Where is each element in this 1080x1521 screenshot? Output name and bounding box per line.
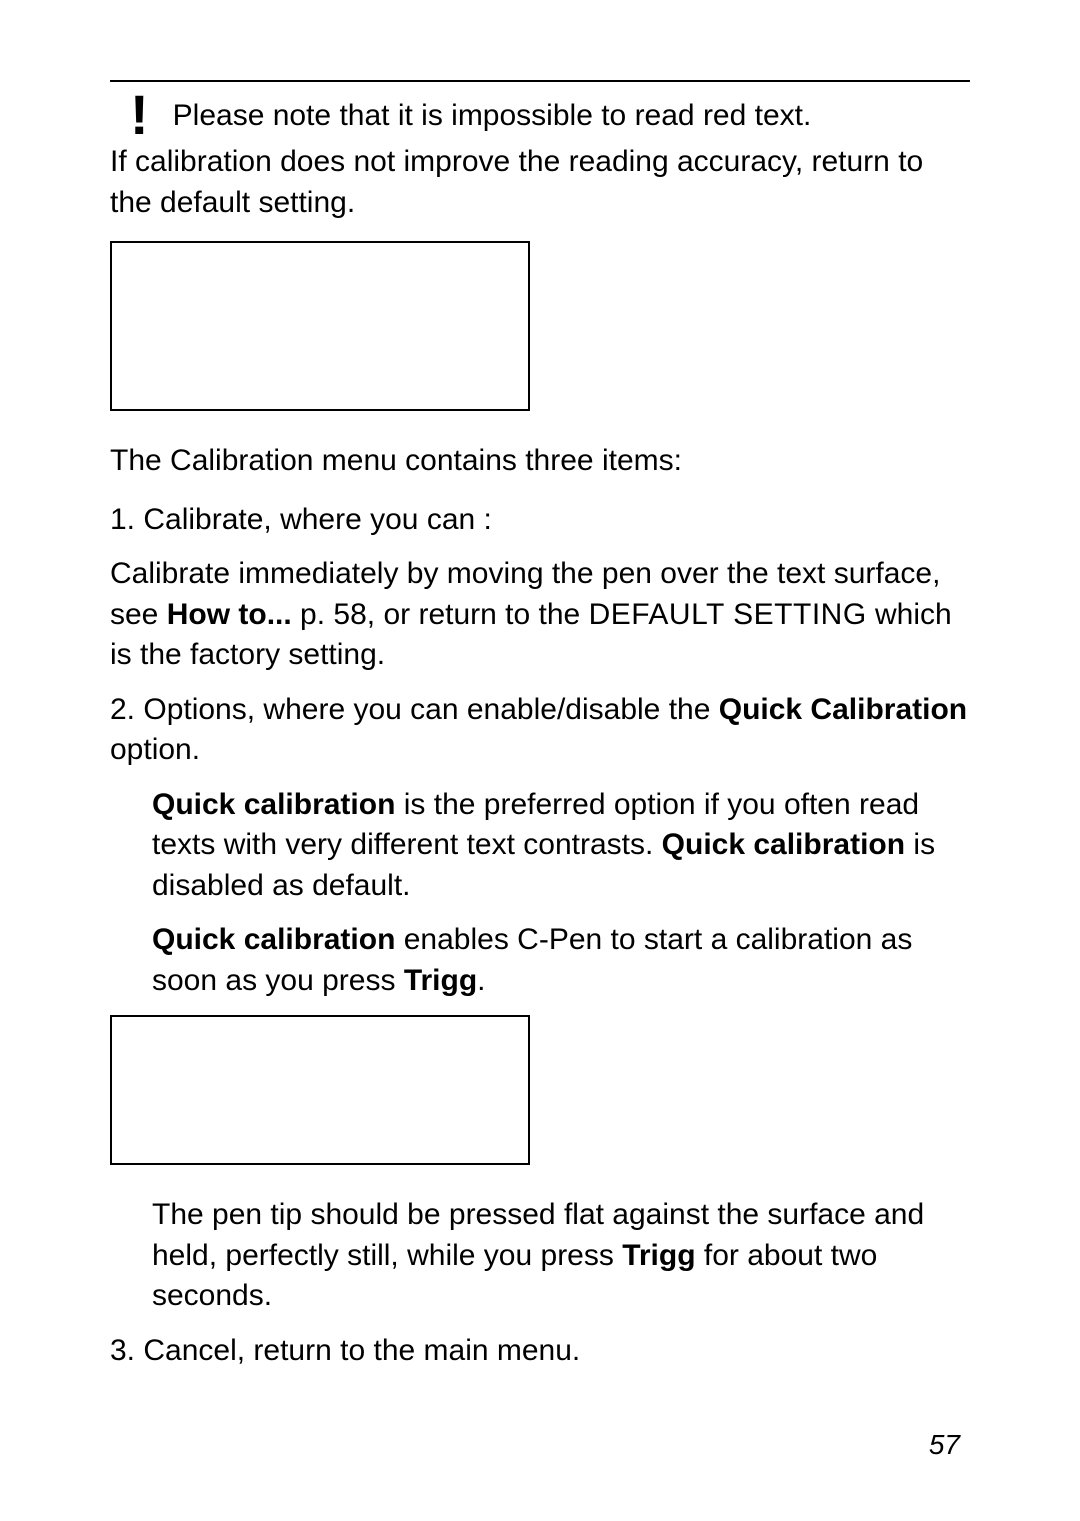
attention-icon: ! bbox=[110, 90, 149, 140]
qc-label-2: Quick calibration bbox=[662, 828, 905, 861]
figure-placeholder-1 bbox=[110, 241, 530, 411]
item2-head-c: option. bbox=[110, 733, 200, 766]
item2-para1: Quick calibration is the preferred optio… bbox=[110, 785, 970, 907]
top-rule bbox=[110, 80, 970, 82]
trigg-label-1: Trigg bbox=[404, 964, 477, 997]
qc-label-3: Quick calibration bbox=[152, 923, 395, 956]
item2-para3: The pen tip should be pressed flat again… bbox=[110, 1195, 970, 1317]
item2-para2: Quick calibration enables C-Pen to start… bbox=[110, 920, 970, 1001]
quick-calibration-label: Quick Calibration bbox=[719, 693, 967, 726]
trigg-label-2: Trigg bbox=[622, 1239, 695, 1272]
item3-a: 3. Cancel bbox=[110, 1334, 237, 1367]
item1-howto: How to... bbox=[167, 598, 300, 631]
intro-paragraph: If calibration does not improve the read… bbox=[110, 142, 970, 223]
item2-head-a: 2. Options, where you can enable/disable… bbox=[110, 693, 719, 726]
menu-intro: The Calibration menu contains three item… bbox=[110, 441, 970, 482]
item3-b: , return to the main menu. bbox=[237, 1334, 581, 1367]
item2-head: 2. Options, where you can enable/disable… bbox=[110, 690, 970, 771]
item3: 3. Cancel, return to the main menu. bbox=[110, 1331, 970, 1372]
note-block: ! Please note that it is impossible to r… bbox=[110, 90, 970, 140]
qc-label-1: Quick calibration bbox=[152, 788, 395, 821]
figure-placeholder-2 bbox=[110, 1015, 530, 1165]
page-number: 57 bbox=[929, 1429, 960, 1461]
item1-body-c: p. 58, or return to the bbox=[300, 598, 589, 631]
document-page: ! Please note that it is impossible to r… bbox=[0, 0, 1080, 1445]
menu-list: 1. Calibrate, where you can : Calibrate … bbox=[110, 500, 970, 1372]
default-setting-label: DEFAULT SETTING bbox=[589, 598, 867, 631]
item1-body: Calibrate immediately by moving the pen … bbox=[110, 554, 970, 676]
item1-head: 1. Calibrate, where you can : bbox=[110, 500, 970, 541]
item2-para2-d: . bbox=[477, 964, 485, 997]
note-text: Please note that it is impossible to rea… bbox=[173, 90, 812, 137]
